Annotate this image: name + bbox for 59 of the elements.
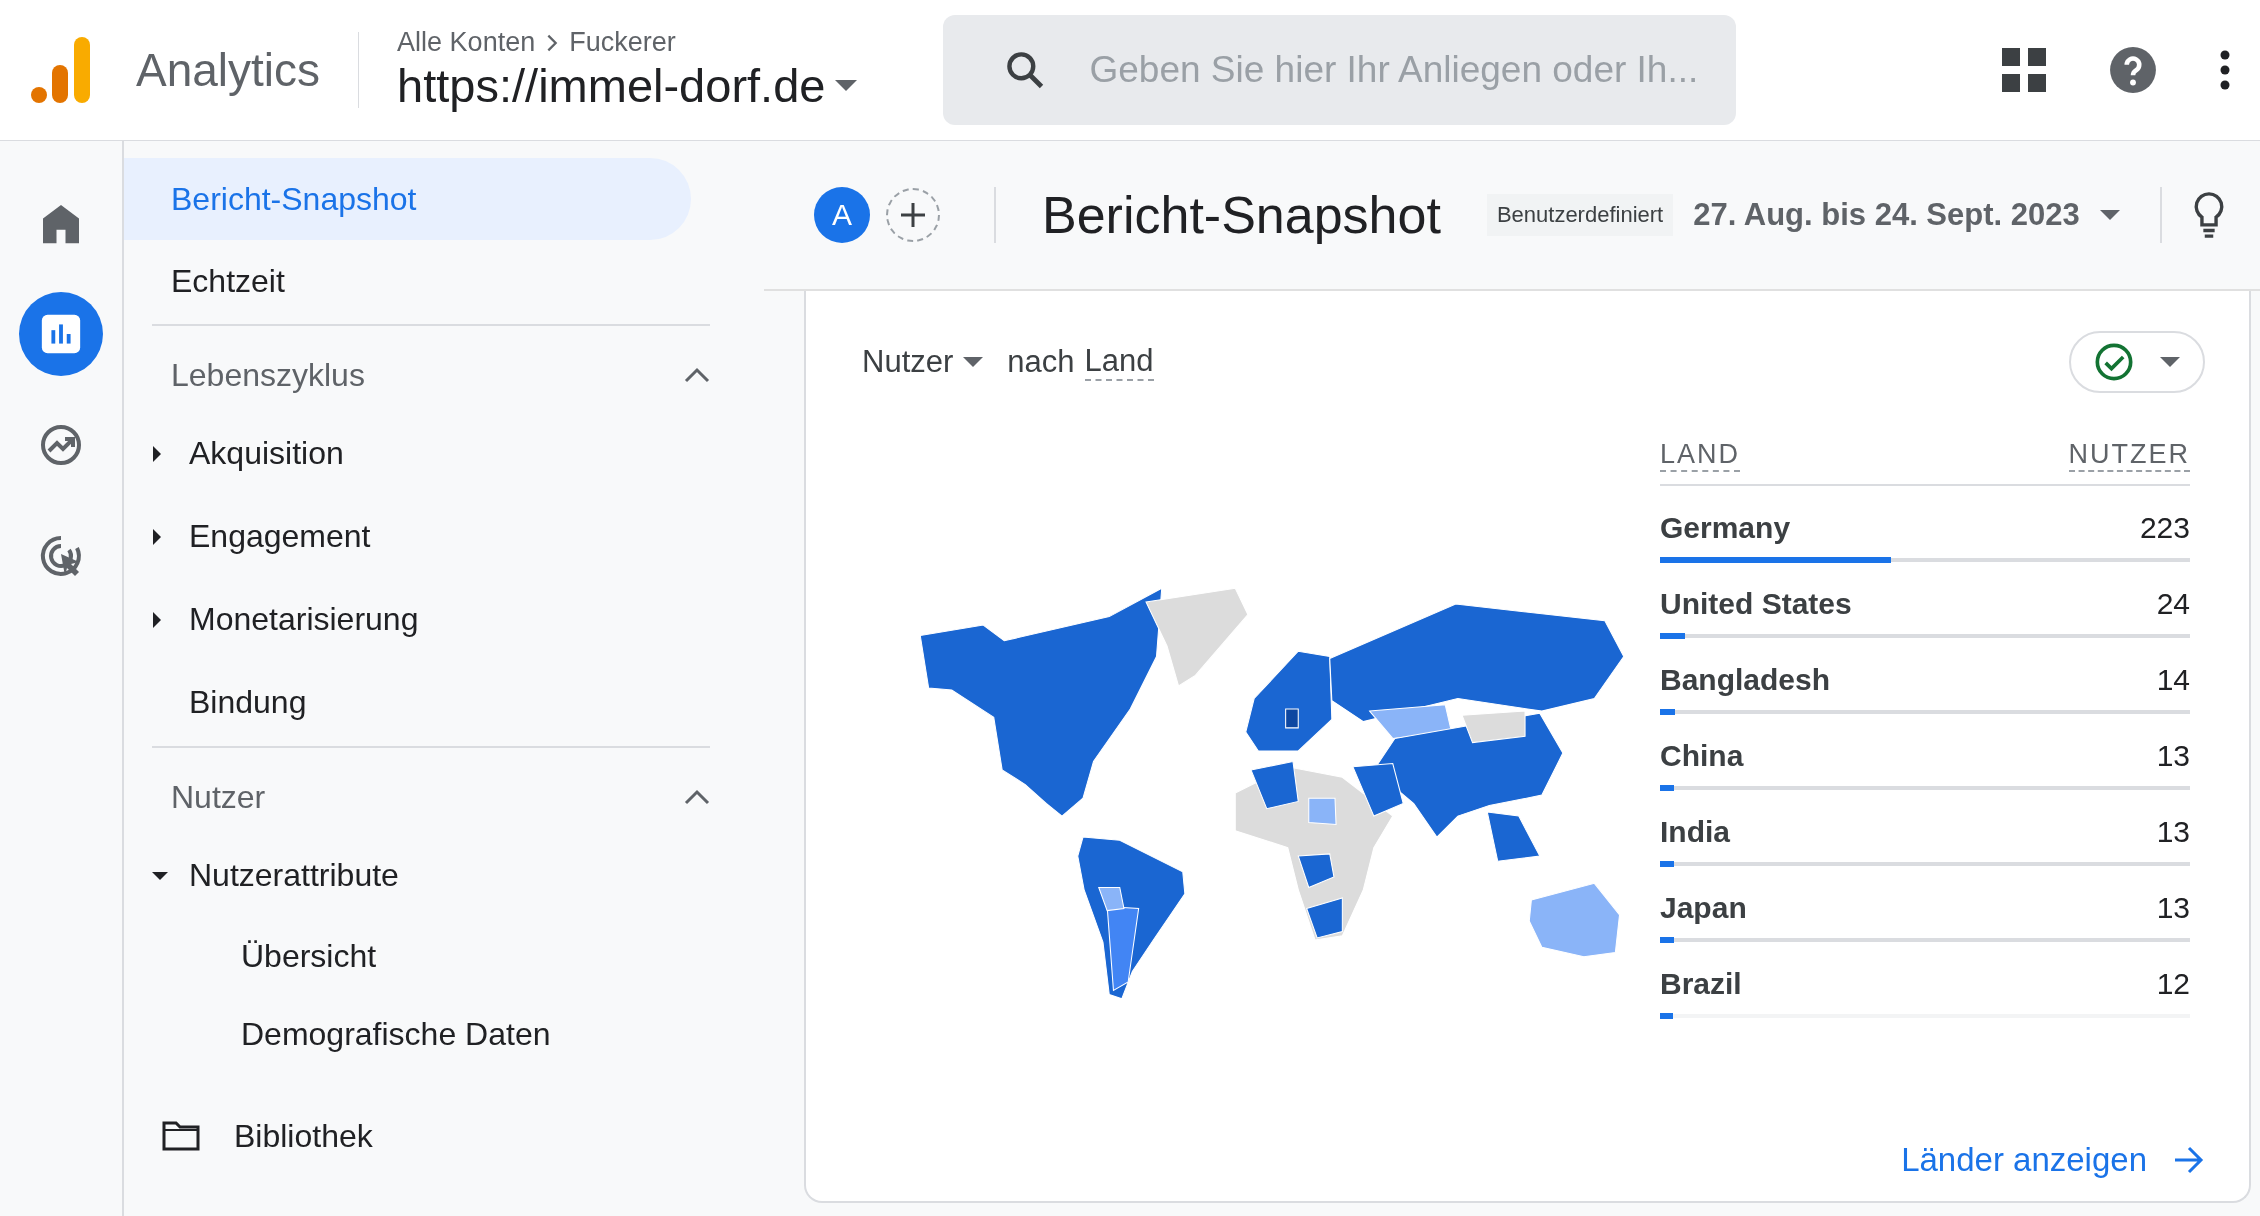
range-label: Benutzerdefiniert: [1486, 194, 1674, 236]
user-count: 13: [2156, 891, 2190, 925]
search-field[interactable]: Geben Sie hier Ihr Anliegen oder Ih...: [943, 15, 1737, 125]
country-name: Japan: [1660, 891, 1747, 925]
nav-item[interactable]: Bibliothek: [234, 1117, 373, 1155]
country-name: United States: [1660, 587, 1852, 621]
card-title-text: nach: [1007, 344, 1075, 380]
plus-icon: [898, 200, 928, 230]
arrow-right-icon: [2173, 1145, 2205, 1175]
breadcrumb-link[interactable]: Alle Konten: [397, 27, 536, 58]
folder-icon: [162, 1121, 200, 1151]
user-count: 12: [2156, 967, 2190, 1001]
column-header[interactable]: NUTZER: [2068, 439, 2190, 472]
dimension-link[interactable]: Land: [1084, 343, 1154, 381]
country-name: India: [1660, 815, 1730, 849]
add-comparison-button[interactable]: [886, 188, 940, 242]
date-range-selector[interactable]: 27. Aug. bis 24. Sept. 2023: [1683, 197, 2130, 233]
dropdown-caret-icon: [835, 79, 858, 92]
nav-item[interactable]: Akquisition: [189, 435, 344, 472]
property-selector[interactable]: https://immel-dorf.de: [397, 58, 858, 113]
nav-item[interactable]: Monetarisierung: [189, 601, 419, 638]
user-count: 13: [2156, 739, 2190, 773]
section-heading[interactable]: Lebenszyklus: [171, 356, 365, 394]
user-count: 223: [2139, 511, 2190, 545]
country-name: Germany: [1660, 511, 1791, 545]
country-name: Bangladesh: [1660, 663, 1831, 697]
user-count: 24: [2156, 587, 2190, 621]
nav-item[interactable]: Übersicht: [241, 937, 377, 975]
more-menu-icon[interactable]: [2220, 50, 2230, 90]
user-count: 13: [2156, 815, 2190, 849]
nav-item[interactable]: Engagement: [189, 518, 371, 555]
page-title: Bericht-Snapshot: [1042, 185, 1441, 245]
dropdown-caret-icon: [2160, 356, 2180, 368]
section-heading[interactable]: Nutzer: [171, 778, 266, 816]
product-name: Analytics: [136, 43, 321, 97]
avatar[interactable]: A: [814, 187, 870, 243]
caret-right-icon[interactable]: [152, 528, 162, 545]
chevron-up-icon[interactable]: [684, 789, 710, 805]
apps-grid-icon[interactable]: [2002, 48, 2046, 92]
nav-item[interactable]: Bericht-Snapshot: [124, 158, 691, 240]
country-name: Brazil: [1660, 967, 1742, 1001]
check-circle-icon: [2094, 342, 2134, 382]
user-count: 14: [2156, 663, 2190, 697]
help-icon[interactable]: [2108, 45, 2158, 95]
chevron-up-icon[interactable]: [684, 367, 710, 383]
nav-item[interactable]: Nutzerattribute: [189, 857, 399, 894]
breadcrumb-link[interactable]: Fuckerer: [569, 27, 676, 58]
view-countries-link[interactable]: Länder anzeigen: [1901, 1141, 2205, 1179]
nav-item[interactable]: Demografische Daten: [241, 1015, 551, 1053]
caret-right-icon[interactable]: [152, 445, 162, 462]
caret-right-icon[interactable]: [152, 611, 162, 628]
country-name: China: [1660, 739, 1744, 773]
dropdown-caret-icon: [2099, 209, 2120, 221]
analytics-logo-icon: [30, 35, 92, 105]
column-header[interactable]: LAND: [1660, 439, 1741, 472]
dropdown-caret-icon: [963, 356, 984, 368]
nav-item[interactable]: Echtzeit: [124, 240, 691, 322]
metric-selector[interactable]: Nutzer: [862, 344, 984, 380]
nav-item[interactable]: Bindung: [189, 684, 307, 721]
